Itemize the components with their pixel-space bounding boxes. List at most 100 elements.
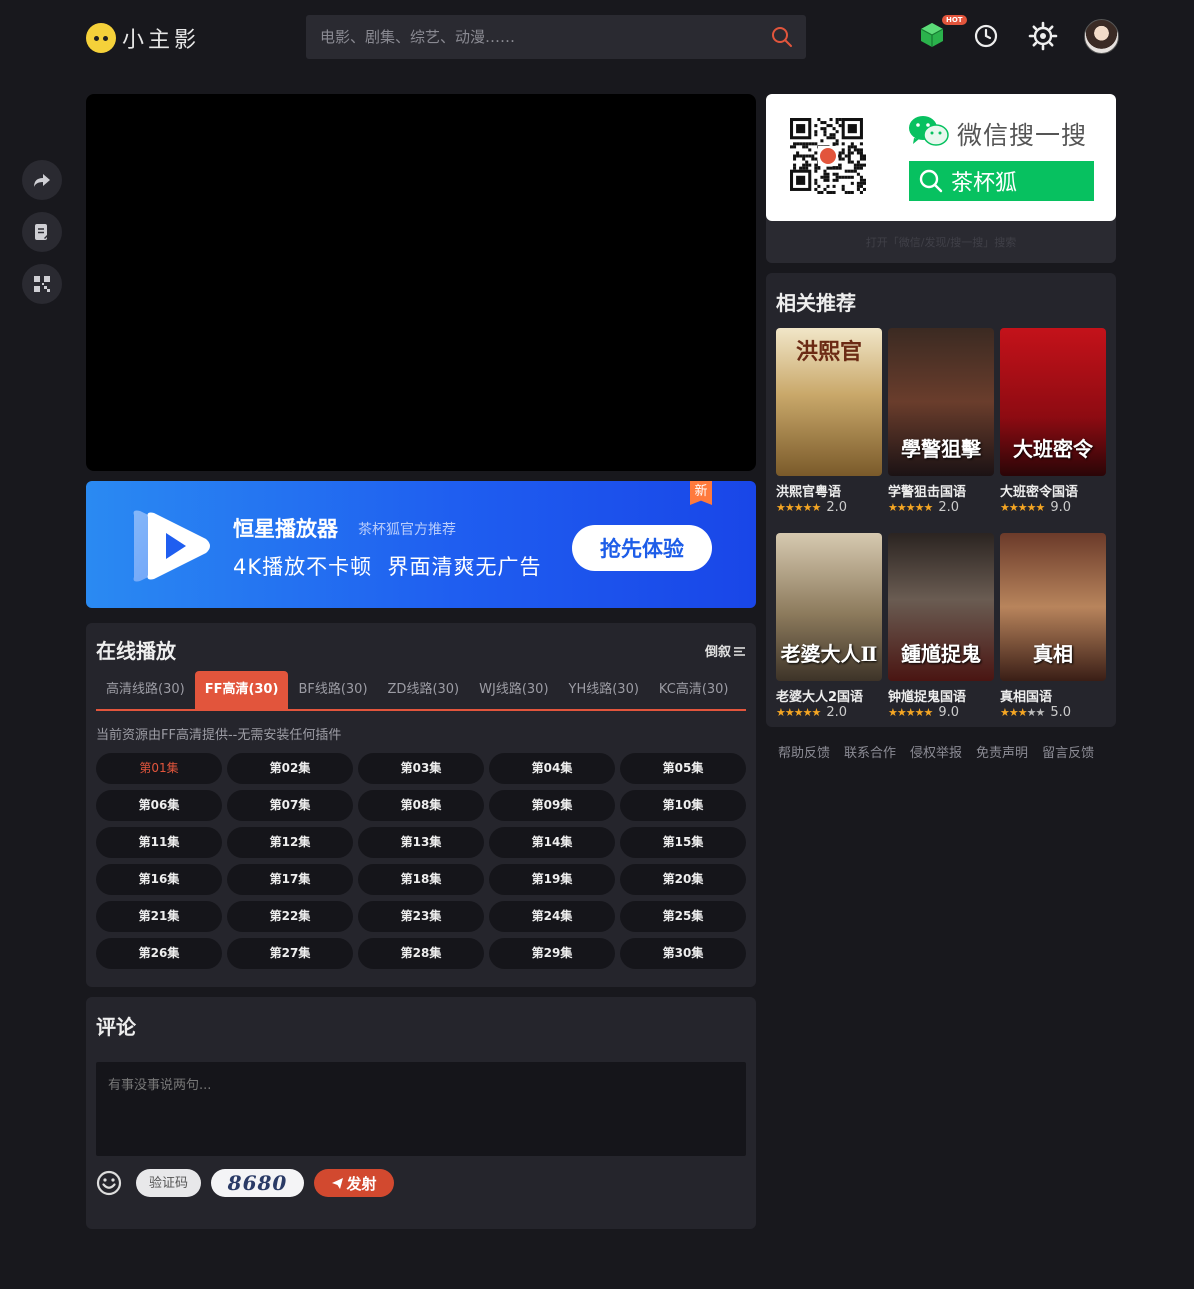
episode-button[interactable]: 第12集 [227,827,353,858]
captcha-image[interactable]: 8680 [211,1169,304,1197]
rating-score: 2.0 [938,500,960,515]
source-tab[interactable]: ZD线路(30) [378,671,470,709]
episode-button[interactable]: 第24集 [489,901,615,932]
source-tab[interactable]: YH线路(30) [559,671,649,709]
search-icon[interactable] [770,25,794,49]
site-logo[interactable]: 小主影 [86,22,200,54]
episode-button[interactable]: 第28集 [358,938,484,969]
wechat-search-box: 茶杯狐 [909,161,1094,201]
episode-button[interactable]: 第07集 [227,790,353,821]
episode-button[interactable]: 第06集 [96,790,222,821]
episode-button[interactable]: 第17集 [227,864,353,895]
source-tab[interactable]: BF线路(30) [288,671,377,709]
episode-button[interactable]: 第20集 [620,864,746,895]
episode-button[interactable]: 第05集 [620,753,746,784]
app-cube-icon[interactable] [917,20,947,50]
recommend-name[interactable]: 大班密令国语 [1000,481,1078,500]
episode-button[interactable]: 第16集 [96,864,222,895]
episode-button[interactable]: 第19集 [489,864,615,895]
recommend-poster[interactable]: 鍾馗捉鬼 [888,533,994,681]
recommend-item[interactable]: 洪熙官 洪熙官粤语 ★★★★★ 2.0 [776,328,882,518]
source-tab[interactable]: 高清线路(30) [96,671,195,709]
sort-label: 倒叙 [704,645,731,660]
send-plane-icon [332,1177,344,1189]
source-tab[interactable]: TK线路(30) [739,671,747,709]
source-note: 当前资源由FF高清提供--无需安装任何插件 [96,728,342,743]
footer-link[interactable]: 免责声明 [976,742,1028,761]
recommend-poster[interactable]: 洪熙官 [776,328,882,476]
episode-button[interactable]: 第30集 [620,938,746,969]
recommend-item[interactable]: 學警狙擊 学警狙击国语 ★★★★★ 2.0 [888,328,994,518]
episode-button[interactable]: 第13集 [358,827,484,858]
rating-stars-icon: ★★★★★ [888,706,933,719]
footer-link[interactable]: 联系合作 [844,742,896,761]
episode-button[interactable]: 第04集 [489,753,615,784]
episode-button[interactable]: 第22集 [227,901,353,932]
history-clock-icon[interactable] [972,22,1000,50]
poster-title: 洪熙官 [795,339,862,365]
episode-button[interactable]: 第23集 [358,901,484,932]
recommend-title: 相关推荐 [776,291,856,315]
footer-link[interactable]: 侵权举报 [910,742,962,761]
comment-textarea[interactable] [96,1062,746,1156]
rating-score: 2.0 [826,705,848,720]
sort-toggle-button[interactable]: 倒叙 [705,641,746,660]
episode-button[interactable]: 第21集 [96,901,222,932]
recommend-name[interactable]: 洪熙官粤语 [776,481,841,500]
episode-button[interactable]: 第03集 [358,753,484,784]
search-icon [919,169,943,193]
recommend-name[interactable]: 老婆大人2国语 [776,686,863,705]
recommend-name[interactable]: 钟馗捉鬼国语 [888,686,966,705]
source-tab[interactable]: WJ线路(30) [469,671,558,709]
episode-list: 第01集 第02集 第03集 第04集 第05集第06集 第07集 第08集 第09集 第10集… [96,753,746,969]
episode-button[interactable]: 第27集 [227,938,353,969]
captcha-input[interactable] [136,1169,201,1197]
theme-toggle-gear-icon[interactable] [1028,21,1058,51]
footer-link[interactable]: 留言反馈 [1042,742,1094,761]
footer-link[interactable]: 帮助反馈 [778,742,830,761]
episode-button[interactable]: 第01集 [96,753,222,784]
recommend-item[interactable]: 老婆大人Ⅱ 老婆大人2国语 ★★★★★ 2.0 [776,533,882,723]
episode-button[interactable]: 第09集 [489,790,615,821]
video-player[interactable] [86,94,756,471]
send-comment-button[interactable]: 发射 [314,1169,394,1197]
recommend-name[interactable]: 学警狙击国语 [888,481,966,500]
episode-button[interactable]: 第26集 [96,938,222,969]
share-icon [34,174,50,187]
user-avatar[interactable] [1084,19,1119,54]
episode-button[interactable]: 第15集 [620,827,746,858]
recommend-item[interactable]: 大班密令 大班密令国语 ★★★★★ 9.0 [1000,328,1106,518]
ad-subtitle: 茶杯狐官方推荐 [358,522,456,538]
episode-button[interactable]: 第02集 [227,753,353,784]
recommend-item[interactable]: 真相真相国语 ★★★★★ 5.0 [1000,533,1106,723]
recommend-name[interactable]: 真相国语 [1000,686,1052,705]
ad-title: 恒星播放器 [233,517,338,541]
wechat-search-card[interactable]: 微信搜一搜 茶杯狐 打开「微信/发现/搜一搜」搜索 [766,94,1116,263]
recommend-rating: ★★★★★ 5.0 [1000,705,1071,720]
episode-button[interactable]: 第29集 [489,938,615,969]
episode-button[interactable]: 第10集 [620,790,746,821]
episode-button[interactable]: 第11集 [96,827,222,858]
episode-button[interactable]: 第25集 [620,901,746,932]
emoji-icon[interactable] [96,1170,122,1196]
source-tab[interactable]: KC高清(30) [649,671,739,709]
recommend-poster[interactable]: 老婆大人Ⅱ [776,533,882,681]
rating-stars-icon: ★★★★★ [776,706,821,719]
qrcode-button[interactable] [22,264,62,304]
episode-button[interactable]: 第18集 [358,864,484,895]
episode-button[interactable]: 第14集 [489,827,615,858]
recommend-item[interactable]: 鍾馗捉鬼 钟馗捉鬼国语 ★★★★★ 9.0 [888,533,994,723]
ad-banner[interactable]: 恒星播放器 茶杯狐官方推荐 4K播放不卡顿 界面清爽无广告 抢先体验 新 [86,481,756,608]
recommend-grid: 洪熙官洪熙官粤语 ★★★★★ 2.0 學警狙擊学警狙击国语 ★★★★★ 2.0 大班密令大班… [776,328,1112,723]
episode-button[interactable]: 第08集 [358,790,484,821]
source-tab[interactable]: FF高清(30) [194,671,289,709]
recommend-poster[interactable]: 學警狙擊 [888,328,994,476]
share-button[interactable] [22,160,62,200]
recommend-poster[interactable]: 大班密令 [1000,328,1106,476]
recommend-poster[interactable]: 真相 [1000,533,1106,681]
ad-try-now-button[interactable]: 抢先体验 [572,525,712,571]
footer-links: 帮助反馈 联系合作 侵权举报 免责声明 留言反馈 [778,742,1094,761]
notes-button[interactable] [22,212,62,252]
search-input[interactable] [306,15,746,59]
online-play-panel: 在线播放 倒叙 高清线路(30) FF高清(30) BF线路(30) ZD线路(30)… [86,623,756,987]
